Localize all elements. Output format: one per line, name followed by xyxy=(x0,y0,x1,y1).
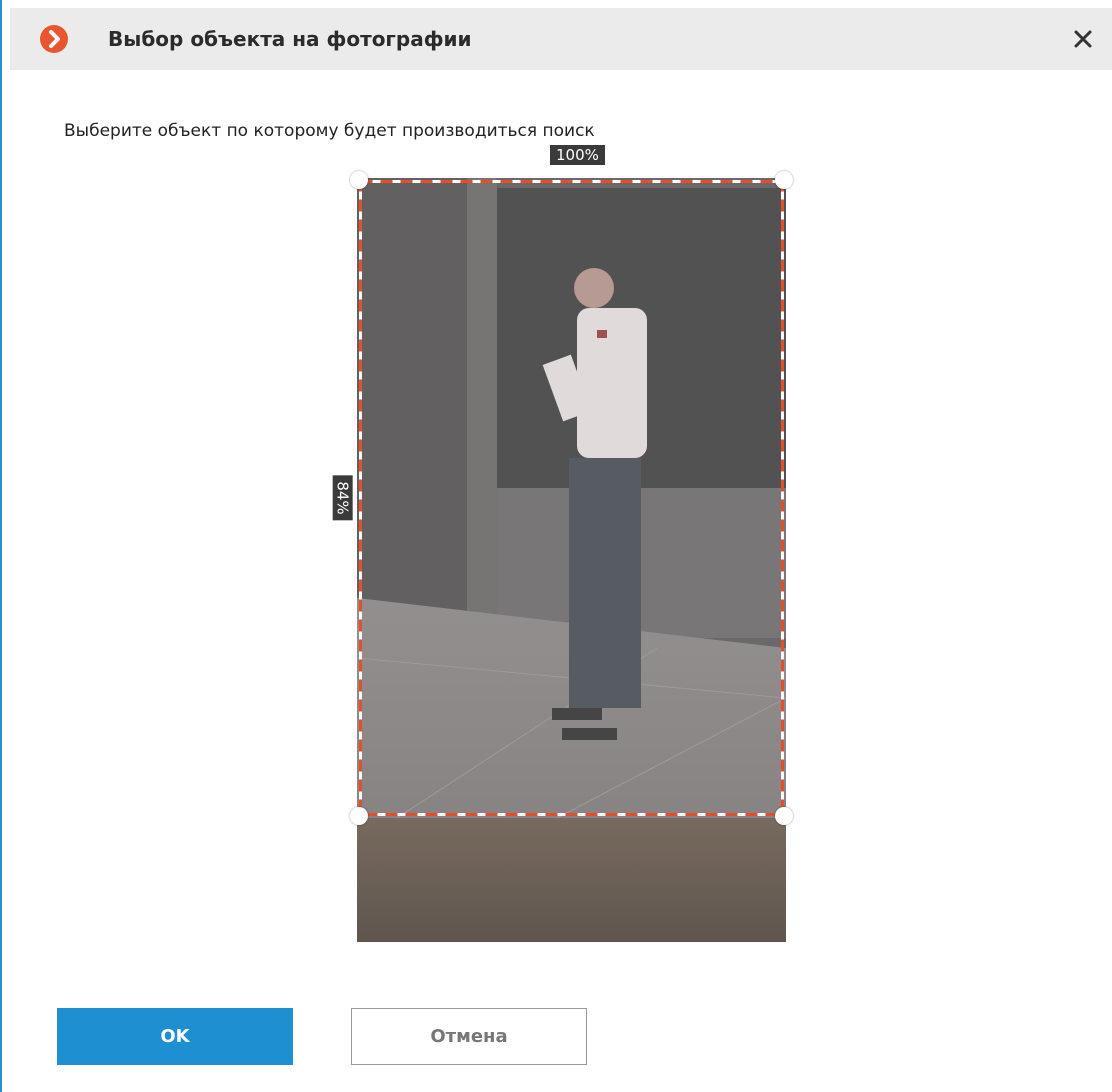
width-percent-label: 100% xyxy=(550,145,605,165)
dialog-title: Выбор объекта на фотографии xyxy=(108,27,472,51)
close-icon xyxy=(1074,30,1092,48)
dialog-window: Выбор объекта на фотографии Выберите объ… xyxy=(0,0,1112,1092)
close-button[interactable] xyxy=(1068,24,1098,54)
resize-handle-bottom-right[interactable] xyxy=(775,807,793,825)
height-percent-label: 84% xyxy=(332,475,353,521)
resize-handle-bottom-left[interactable] xyxy=(350,807,368,825)
instruction-text: Выберите объект по которому будет произв… xyxy=(64,121,595,141)
title-bar: Выбор объекта на фотографии xyxy=(10,8,1112,70)
resize-handle-top-right[interactable] xyxy=(775,171,793,189)
ok-button[interactable]: OK xyxy=(57,1008,293,1065)
cancel-button[interactable]: Отмена xyxy=(351,1008,587,1065)
app-logo-icon xyxy=(40,25,68,53)
selection-border xyxy=(359,180,784,816)
selection-frame[interactable] xyxy=(350,171,793,825)
resize-handle-top-left[interactable] xyxy=(350,171,368,189)
